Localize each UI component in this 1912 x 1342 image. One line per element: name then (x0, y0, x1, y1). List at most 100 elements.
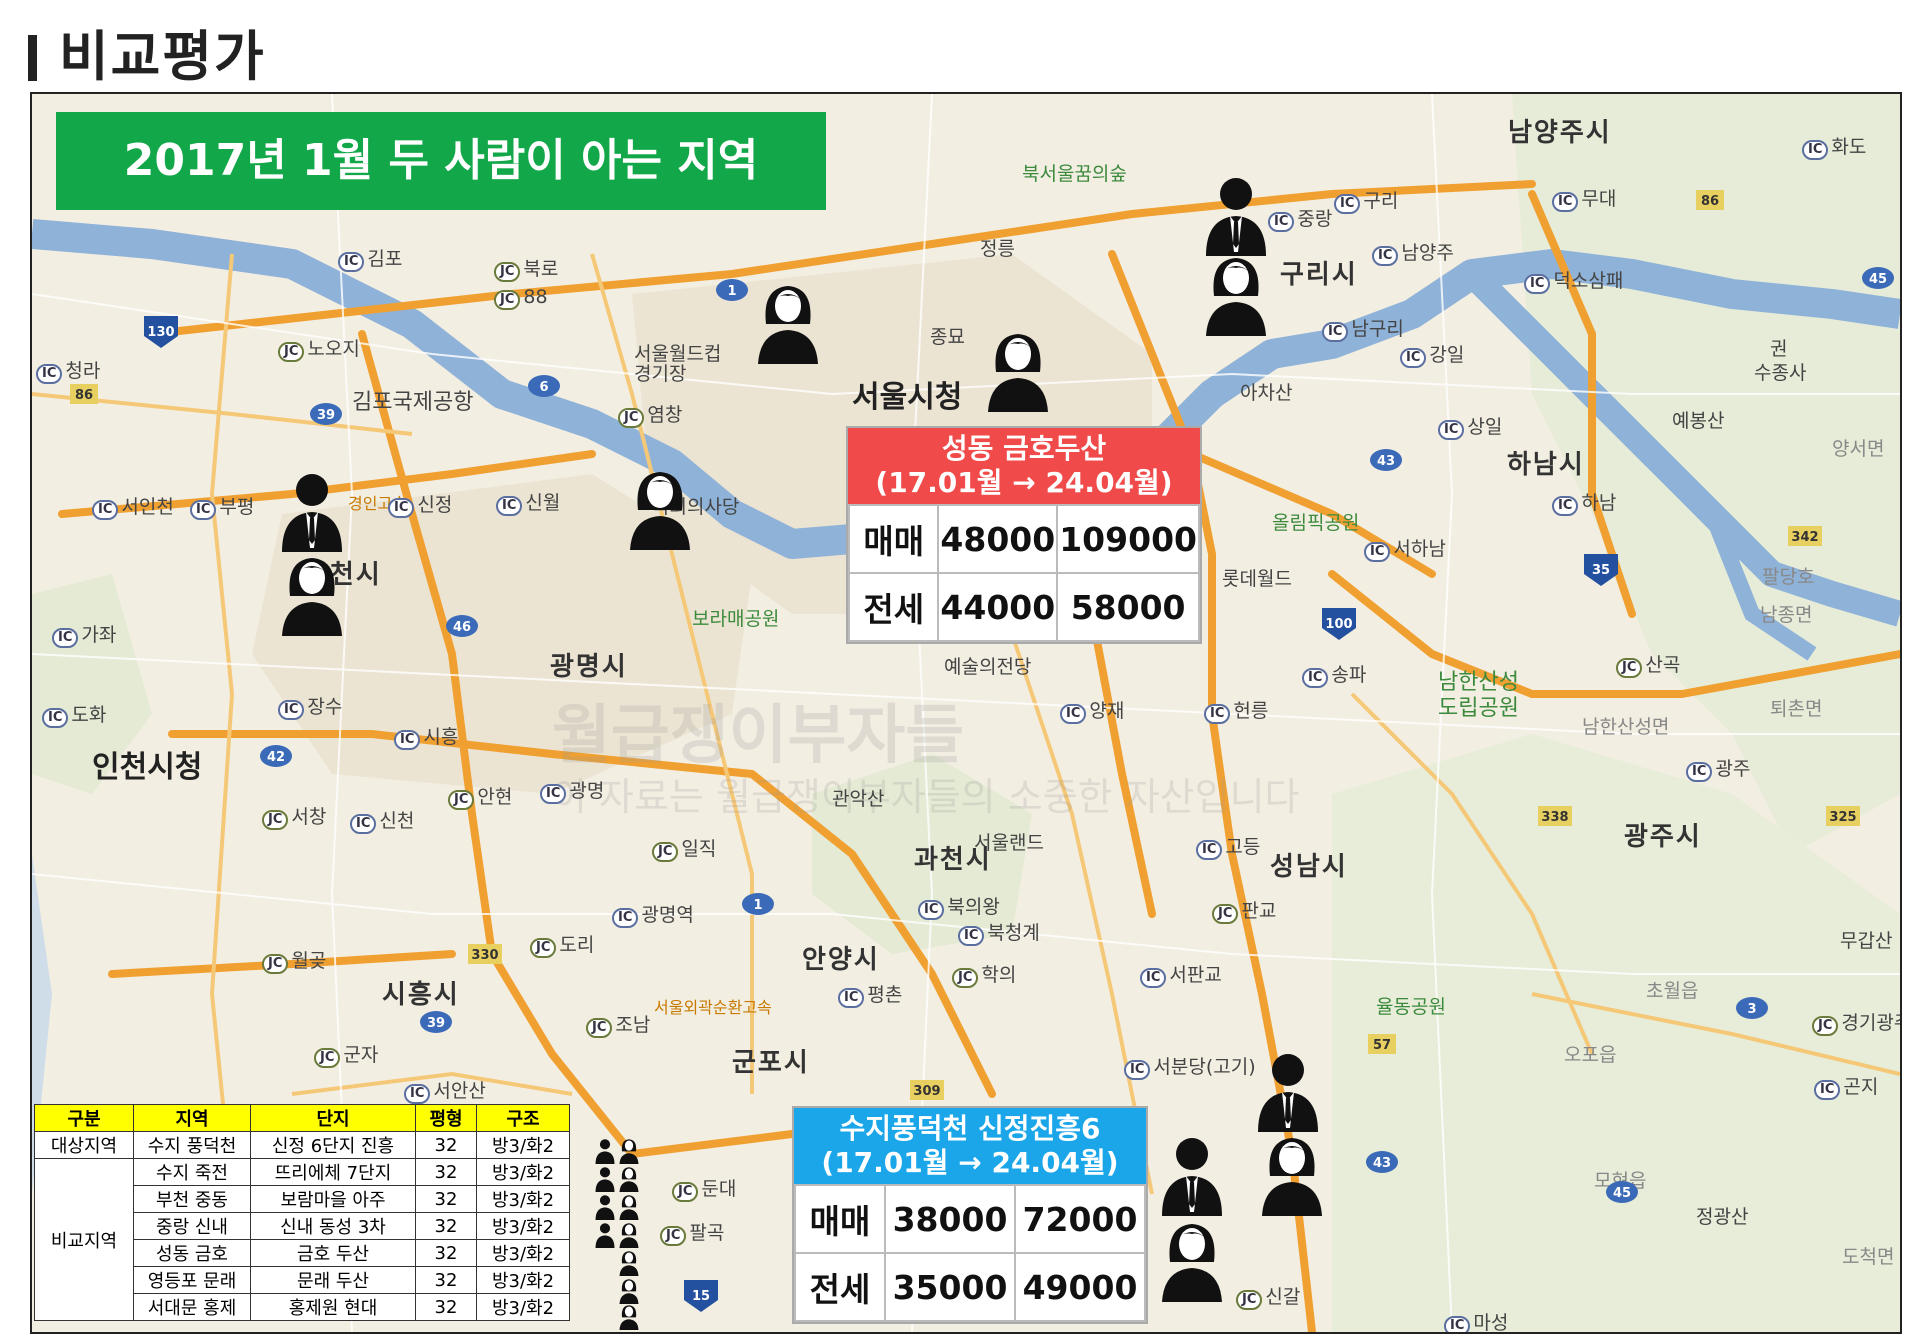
cell-region: 영등포 문래 (133, 1266, 251, 1294)
svg-text:46: 46 (453, 620, 471, 635)
man-icon (1206, 178, 1266, 256)
woman-icon (1206, 258, 1266, 336)
sale-2024: 72000 (1014, 1184, 1146, 1254)
shield-1a: 1 (716, 279, 748, 301)
cell-complex: 금호 두산 (250, 1239, 416, 1267)
shield-338: 338 (1538, 806, 1572, 826)
cell-size: 32 (415, 1212, 477, 1240)
svg-text:57: 57 (1373, 1038, 1391, 1053)
price-card-title: 성동 금호두산 (941, 432, 1107, 465)
woman-icon (282, 558, 342, 636)
shield-15: 15 (684, 1280, 718, 1312)
price-card-suji[interactable]: 수지풍덕천 신정진흥6 (17.01월 → 24.04월) 매매 38000 7… (792, 1106, 1148, 1324)
cell-complex: 신정 6단지 진흥 (250, 1131, 416, 1159)
cell-size: 32 (415, 1266, 477, 1294)
jeonse-2017: 44000 (937, 572, 1059, 642)
price-card-header: 성동 금호두산 (17.01월 → 24.04월) (848, 428, 1200, 504)
price-card-period: (17.01월 → 24.04월) (875, 466, 1173, 499)
map-panel[interactable]: 2017년 1월 두 사람이 아는 지역 월급쟁이부자들 이 자료는 월급쟁이부… (30, 92, 1902, 1334)
svg-text:342: 342 (1791, 530, 1818, 545)
svg-text:1: 1 (727, 284, 736, 299)
cell-layout: 방3/화2 (476, 1266, 570, 1294)
shield-325: 325 (1826, 806, 1860, 826)
shield-6: 6 (528, 375, 560, 397)
woman-icon (619, 1279, 639, 1304)
svg-text:338: 338 (1541, 810, 1568, 825)
cell-size: 32 (415, 1239, 477, 1267)
cell-region: 수지 죽전 (133, 1158, 251, 1186)
woman-icon (619, 1251, 639, 1276)
row-label-sale: 매매 (794, 1184, 886, 1254)
header-region: 지역 (133, 1104, 251, 1132)
man-icon (595, 1167, 615, 1192)
cell-complex: 보람마을 아주 (250, 1185, 416, 1213)
table-header-row: 구분 지역 단지 평형 구조 (34, 1104, 570, 1132)
jeonse-2024: 49000 (1014, 1252, 1146, 1322)
shield-86: 86 (70, 384, 98, 404)
cell-layout: 방3/화2 (476, 1158, 570, 1186)
svg-text:43: 43 (1377, 454, 1395, 469)
woman-icon (619, 1139, 639, 1164)
jeonse-2017: 35000 (884, 1252, 1016, 1322)
shield-342: 342 (1788, 526, 1822, 546)
cell-layout: 방3/화2 (476, 1185, 570, 1213)
cell-complex: 뜨리에체 7단지 (250, 1158, 416, 1186)
woman-icon (988, 334, 1048, 412)
shield-100: 100 (1322, 608, 1356, 640)
header-category: 구분 (34, 1104, 134, 1132)
svg-text:6: 6 (539, 380, 548, 395)
header-size: 평형 (415, 1104, 477, 1132)
shield-43b: 43 (1370, 449, 1402, 471)
man-icon (282, 474, 342, 552)
svg-text:39: 39 (427, 1016, 445, 1031)
woman-icon (630, 472, 690, 550)
jeonse-2024: 58000 (1056, 572, 1200, 642)
woman-icon (619, 1195, 639, 1220)
man-icon (595, 1195, 615, 1220)
table-row: 전세 35000 49000 (794, 1252, 1146, 1322)
cell-complex: 신내 동성 3차 (250, 1212, 416, 1240)
price-card-header: 수지풍덕천 신정진흥6 (17.01월 → 24.04월) (794, 1108, 1146, 1184)
svg-text:309: 309 (913, 1084, 940, 1099)
header-complex: 단지 (250, 1104, 416, 1132)
shield-86b: 86 (1696, 190, 1724, 210)
cell-region: 부천 중동 (133, 1185, 251, 1213)
shield-3: 3 (1736, 997, 1768, 1019)
man-icon (1258, 1054, 1318, 1132)
shield-130: 130 (144, 316, 178, 348)
row-label-jeonse: 전세 (794, 1252, 886, 1322)
sale-2017: 48000 (937, 504, 1059, 574)
svg-text:43: 43 (1373, 1156, 1391, 1171)
sale-2024: 109000 (1056, 504, 1200, 574)
svg-text:35: 35 (1592, 563, 1610, 578)
cell-region: 서대문 홍제 (133, 1293, 251, 1321)
man-icon (595, 1139, 615, 1164)
cell-layout: 방3/화2 (476, 1212, 570, 1240)
title-bar-marker (28, 35, 37, 81)
table-row: 매매 38000 72000 (794, 1184, 1146, 1254)
svg-text:42: 42 (267, 750, 285, 765)
cell-region: 수지 풍덕천 (133, 1131, 251, 1159)
woman-icon (1262, 1138, 1322, 1216)
shield-1b: 1 (742, 893, 774, 915)
price-card-title: 수지풍덕천 신정진흥6 (839, 1112, 1101, 1145)
man-icon (1162, 1138, 1222, 1216)
woman-icon (619, 1305, 639, 1330)
price-card-seongdong[interactable]: 성동 금호두산 (17.01월 → 24.04월) 매매 48000 10900… (846, 426, 1202, 644)
table-row: 대상지역 수지 풍덕천 신정 6단지 진흥 32 방3/화2 (34, 1131, 570, 1159)
svg-text:325: 325 (1829, 810, 1856, 825)
shield-43: 43 (1366, 1151, 1398, 1173)
shield-46: 46 (446, 615, 478, 637)
woman-icon (619, 1223, 639, 1248)
svg-text:130: 130 (147, 325, 174, 340)
shield-42: 42 (260, 745, 292, 767)
group-target: 대상지역 (34, 1131, 134, 1159)
woman-icon (758, 286, 818, 364)
svg-text:45: 45 (1613, 1186, 1631, 1201)
cell-size: 32 (415, 1293, 477, 1321)
price-table: 매매 48000 109000 전세 44000 58000 (847, 504, 1200, 642)
svg-text:39: 39 (317, 408, 335, 423)
svg-text:15: 15 (692, 1289, 710, 1304)
shield-35: 35 (1584, 554, 1618, 586)
cell-size: 32 (415, 1131, 477, 1159)
